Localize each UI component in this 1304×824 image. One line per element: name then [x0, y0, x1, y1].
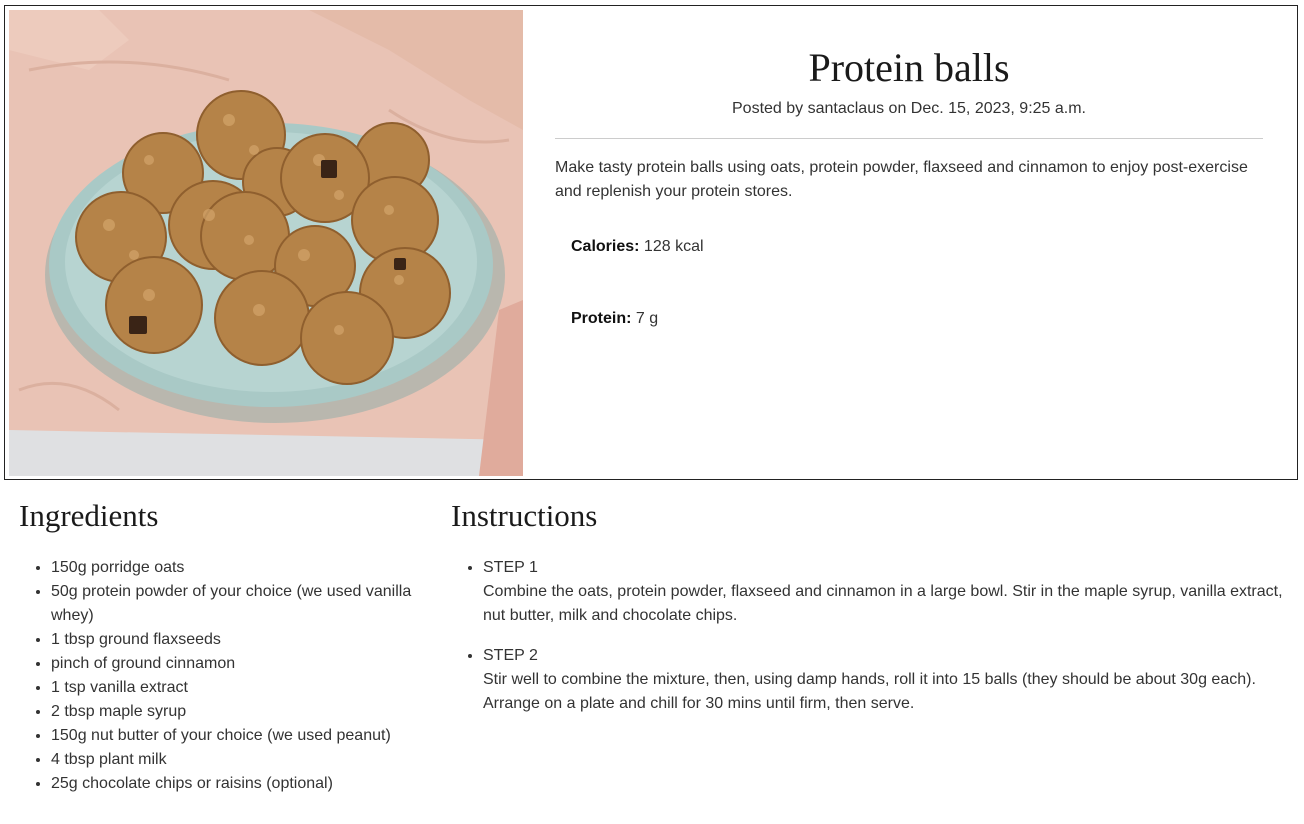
ingredient-item: 25g chocolate chips or raisins (optional… [51, 772, 429, 796]
ingredients-list: 150g porridge oats 50g protein powder of… [19, 556, 429, 796]
instructions-list: STEP 1 Combine the oats, protein powder,… [451, 556, 1291, 716]
recipe-info: Protein balls Posted by santaclaus on De… [555, 6, 1263, 479]
ingredient-item: 1 tbsp ground flaxseeds [51, 628, 429, 652]
step-text: Combine the oats, protein powder, flaxse… [483, 583, 1283, 624]
step-text: Stir well to combine the mixture, then, … [483, 671, 1256, 712]
ingredient-item: 2 tbsp maple syrup [51, 700, 429, 724]
protein-label: Protein: [571, 310, 632, 327]
ingredient-item: 1 tsp vanilla extract [51, 676, 429, 700]
ingredients-section: Ingredients 150g porridge oats 50g prote… [19, 496, 429, 796]
recipe-byline: Posted by santaclaus on Dec. 15, 2023, 9… [732, 100, 1086, 117]
recipe-title: Protein balls [808, 45, 1010, 90]
protein-balls-photo-illustration [9, 10, 523, 476]
ingredient-item: 4 tbsp plant milk [51, 748, 429, 772]
ingredient-item: 150g porridge oats [51, 556, 429, 580]
divider [555, 138, 1263, 139]
instructions-section: Instructions STEP 1 Combine the oats, pr… [451, 496, 1291, 732]
step-label: STEP 2 [483, 647, 538, 664]
recipe-card: Protein balls Posted by santaclaus on De… [4, 5, 1298, 480]
calories-value: 128 kcal [643, 238, 704, 255]
calories-row: Calories: 128 kcal [571, 238, 704, 256]
ingredient-item: 50g protein powder of your choice (we us… [51, 580, 429, 628]
step-label: STEP 1 [483, 559, 538, 576]
instruction-step: STEP 1 Combine the oats, protein powder,… [483, 556, 1291, 628]
ingredient-item: pinch of ground cinnamon [51, 652, 429, 676]
instruction-step: STEP 2 Stir well to combine the mixture,… [483, 644, 1291, 716]
ingredient-item: 150g nut butter of your choice (we used … [51, 724, 429, 748]
calories-label: Calories: [571, 238, 640, 255]
recipe-photo [9, 10, 523, 476]
recipe-description: Make tasty protein balls using oats, pro… [555, 159, 1248, 200]
ingredients-heading: Ingredients [19, 498, 159, 533]
instructions-heading: Instructions [451, 498, 598, 533]
protein-value: 7 g [635, 310, 659, 327]
protein-row: Protein: 7 g [571, 310, 658, 328]
